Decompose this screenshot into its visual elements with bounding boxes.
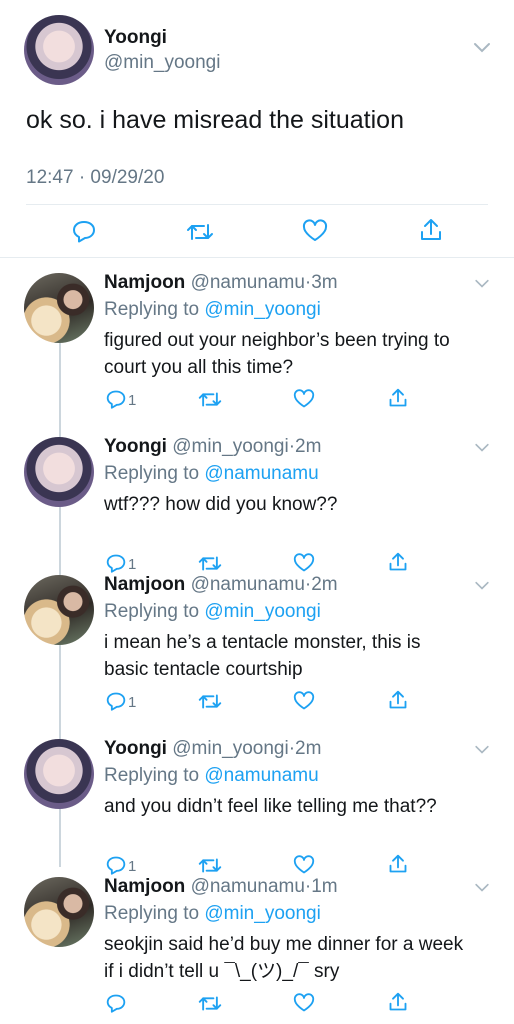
reply-text-line: and you didn’t feel like telling me that… xyxy=(104,796,437,817)
replying-to-handle[interactable]: @min_yoongi xyxy=(204,601,320,622)
share-icon[interactable] xyxy=(388,853,408,875)
reply-count: 1 xyxy=(128,694,137,711)
author-name[interactable]: Yoongi xyxy=(104,436,167,457)
reply-header: Namjoon @namunamu·3m xyxy=(104,272,338,294)
heart-icon[interactable] xyxy=(293,691,315,711)
author-name[interactable]: Namjoon xyxy=(104,272,185,293)
reply-time[interactable]: 2m xyxy=(295,738,321,759)
reply-icon[interactable] xyxy=(105,691,127,711)
replying-prefix: Replying to xyxy=(104,463,200,484)
retweet-icon[interactable] xyxy=(186,221,214,243)
reply-text-line: basic tentacle courtship xyxy=(104,659,303,680)
author-name[interactable]: Namjoon xyxy=(104,876,185,897)
heart-icon[interactable] xyxy=(293,553,315,573)
reply-icon[interactable] xyxy=(105,855,127,875)
divider xyxy=(0,257,514,258)
avatar[interactable] xyxy=(24,877,94,947)
share-icon[interactable] xyxy=(388,991,408,1013)
avatar[interactable] xyxy=(24,575,94,645)
reply-text-line: i mean he’s a tentacle monster, this is xyxy=(104,632,421,653)
author-name[interactable]: Yoongi xyxy=(104,738,167,759)
replying-to: Replying to @min_yoongi xyxy=(104,903,321,925)
author-name[interactable]: Yoongi xyxy=(104,27,167,49)
avatar[interactable] xyxy=(24,739,94,809)
avatar[interactable] xyxy=(24,273,94,343)
tweet-timestamp[interactable]: 12:47 · 09/29/20 xyxy=(26,167,164,189)
chevron-down-icon[interactable] xyxy=(474,279,490,289)
heart-icon[interactable] xyxy=(302,219,328,243)
heart-icon[interactable] xyxy=(293,389,315,409)
replying-to-handle[interactable]: @min_yoongi xyxy=(204,903,320,924)
reply-time[interactable]: 2m xyxy=(295,436,321,457)
replying-to: Replying to @min_yoongi xyxy=(104,299,321,321)
replying-prefix: Replying to xyxy=(104,601,200,622)
author-handle[interactable]: @namunamu xyxy=(191,272,305,293)
replying-prefix: Replying to xyxy=(104,299,200,320)
share-icon[interactable] xyxy=(419,217,443,243)
author-handle[interactable]: @min_yoongi xyxy=(104,52,220,74)
reply-count: 1 xyxy=(128,392,137,409)
reply-text-line: wtf??? how did you know?? xyxy=(104,494,338,515)
share-icon[interactable] xyxy=(388,387,408,409)
chevron-down-icon[interactable] xyxy=(474,443,490,453)
retweet-icon[interactable] xyxy=(198,994,222,1013)
reply-time[interactable]: 1m xyxy=(311,876,337,897)
replying-to-handle[interactable]: @namunamu xyxy=(204,463,318,484)
share-icon[interactable] xyxy=(388,689,408,711)
replying-prefix: Replying to xyxy=(104,903,200,924)
author-handle[interactable]: @namunamu xyxy=(191,574,305,595)
reply-header: Namjoon @namunamu·2m xyxy=(104,574,338,596)
share-icon[interactable] xyxy=(388,551,408,573)
tweet-text: ok so. i have misread the situation xyxy=(26,106,404,134)
divider xyxy=(26,204,488,205)
avatar[interactable] xyxy=(24,15,94,85)
chevron-down-icon[interactable] xyxy=(474,883,490,893)
chevron-down-icon[interactable] xyxy=(474,581,490,591)
reply-time[interactable]: 3m xyxy=(311,272,337,293)
reply-header: Yoongi @min_yoongi·2m xyxy=(104,738,321,760)
heart-icon[interactable] xyxy=(293,855,315,875)
reply-time[interactable]: 2m xyxy=(311,574,337,595)
reply-icon[interactable] xyxy=(105,993,127,1013)
reply-text: wtf??? how did you know?? xyxy=(104,491,504,518)
author-handle[interactable]: @min_yoongi xyxy=(172,738,288,759)
reply-text-line: figured out your neighbor’s been trying … xyxy=(104,330,450,351)
reply-header: Namjoon @namunamu·1m xyxy=(104,876,338,898)
reply-text: seokjin said he’d buy me dinner for a we… xyxy=(104,931,504,985)
reply-text-line: court you all this time? xyxy=(104,357,294,378)
replying-to: Replying to @namunamu xyxy=(104,765,319,787)
replying-prefix: Replying to xyxy=(104,765,200,786)
reply-icon[interactable] xyxy=(71,219,97,243)
avatar[interactable] xyxy=(24,437,94,507)
reply-text-line: seokjin said he’d buy me dinner for a we… xyxy=(104,934,464,955)
retweet-icon[interactable] xyxy=(198,390,222,409)
replying-to-handle[interactable]: @namunamu xyxy=(204,765,318,786)
reply-text-line: if i didn’t tell u ¯\_(ツ)_/¯ sry xyxy=(104,961,340,982)
retweet-icon[interactable] xyxy=(198,856,222,875)
retweet-icon[interactable] xyxy=(198,692,222,711)
reply-text: i mean he’s a tentacle monster, this is … xyxy=(104,629,504,683)
reply-header: Yoongi @min_yoongi·2m xyxy=(104,436,321,458)
author-handle[interactable]: @namunamu xyxy=(191,876,305,897)
reply-icon[interactable] xyxy=(105,553,127,573)
replying-to: Replying to @min_yoongi xyxy=(104,601,321,623)
chevron-down-icon[interactable] xyxy=(474,745,490,755)
reply-text: figured out your neighbor’s been trying … xyxy=(104,327,504,381)
replying-to: Replying to @namunamu xyxy=(104,463,319,485)
chevron-down-icon[interactable] xyxy=(473,42,491,54)
heart-icon[interactable] xyxy=(293,993,315,1013)
reply-count: 1 xyxy=(128,556,137,573)
replying-to-handle[interactable]: @min_yoongi xyxy=(204,299,320,320)
reply-icon[interactable] xyxy=(105,389,127,409)
reply-count: 1 xyxy=(128,858,137,875)
retweet-icon[interactable] xyxy=(198,554,222,573)
author-handle[interactable]: @min_yoongi xyxy=(172,436,288,457)
author-name[interactable]: Namjoon xyxy=(104,574,185,595)
reply-text: and you didn’t feel like telling me that… xyxy=(104,793,504,820)
